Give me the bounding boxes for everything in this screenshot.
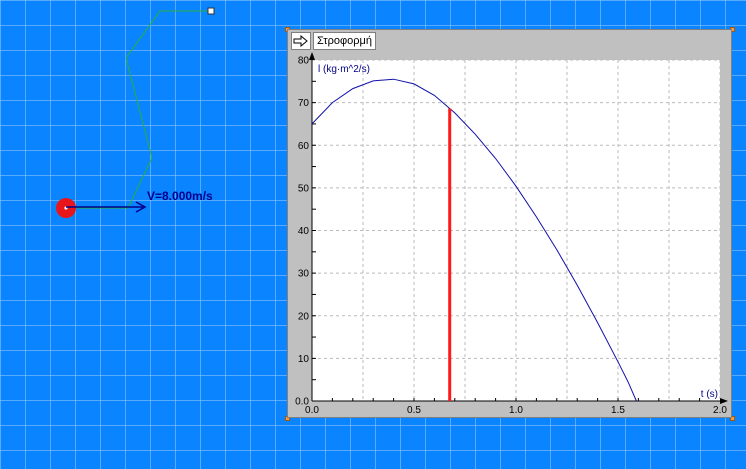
y-axis-label: l (kg·m^2/s) [318, 64, 370, 75]
x-tick-label: 1.5 [611, 405, 625, 416]
y-tick-label: 50 [298, 183, 310, 194]
angular-momentum-plot: 0.0 0.5 1.0 1.5 2.00.01020304050607080l (kg·… [295, 52, 728, 416]
x-tick-label: 1.0 [509, 405, 523, 416]
x-tick-label: 2.0 [713, 405, 727, 416]
x-tick-label: 0.5 [407, 405, 421, 416]
spring-anchor[interactable] [207, 7, 215, 15]
y-tick-label: 80 [298, 56, 310, 67]
y-tick-label: 70 [298, 98, 310, 109]
y-tick-label: 10 [298, 354, 310, 365]
y-tick-label: 0.0 [295, 397, 309, 408]
y-tick-label: 20 [298, 311, 310, 322]
graph-menu-button[interactable] [291, 32, 311, 50]
spring [67, 10, 211, 209]
y-axis-arrow-icon [309, 52, 315, 60]
velocity-label: V=8.000m/s [147, 189, 213, 203]
y-tick-label: 60 [298, 141, 310, 152]
y-tick-label: 30 [298, 269, 310, 280]
graph-window[interactable]: 0.0 0.5 1.0 1.5 2.0 0.0 10 20 30 40 50 60 70 80 l (kg·… [287, 29, 732, 418]
x-axis-arrow-icon [720, 398, 728, 404]
graph-title[interactable]: Στροφορμή [313, 32, 376, 50]
y-tick-label: 40 [298, 226, 310, 237]
graph-toolbar: Στροφορμή [291, 32, 376, 50]
x-axis-label: t (s) [701, 389, 718, 400]
velocity-vector[interactable] [66, 201, 147, 213]
hollow-right-arrow-icon [293, 35, 308, 47]
